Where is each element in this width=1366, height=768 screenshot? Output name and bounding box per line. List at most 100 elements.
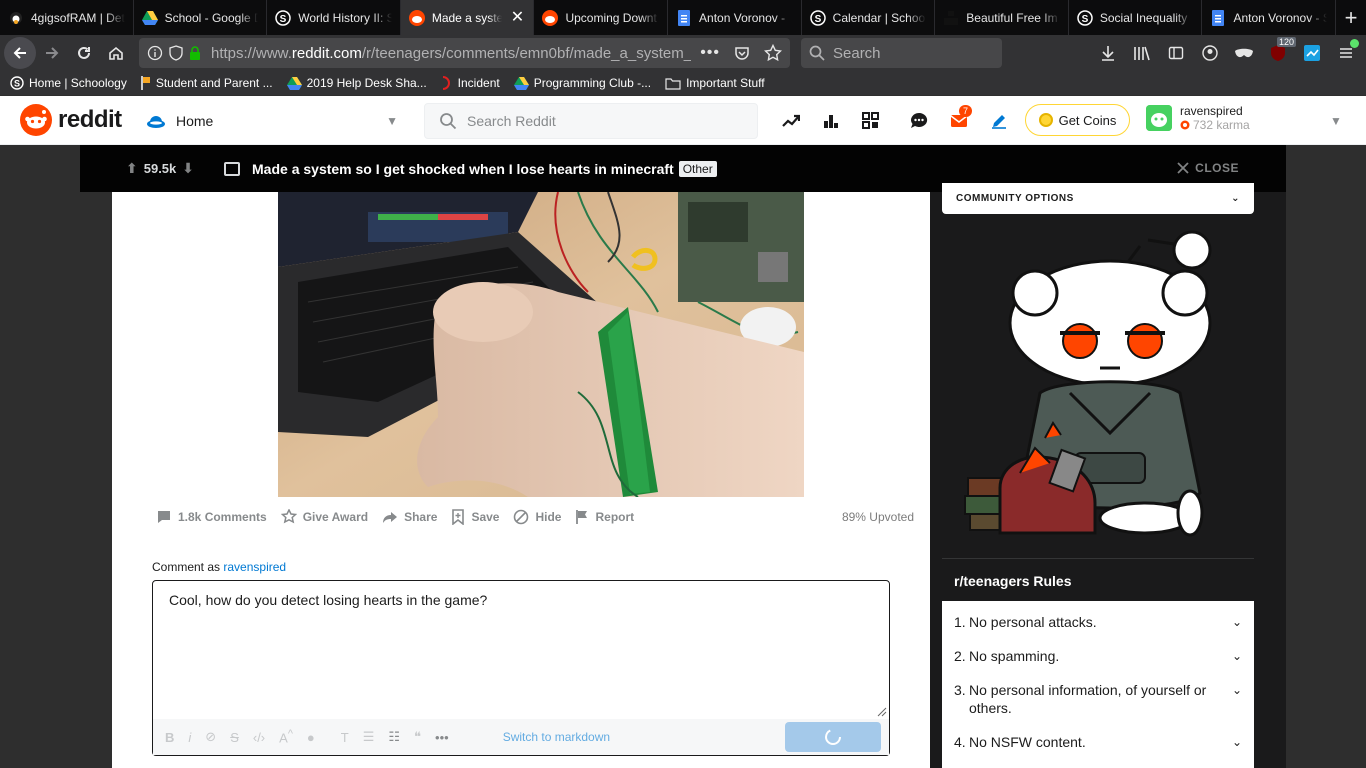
browser-tab[interactable]: 4gigsofRAM | Det (0, 0, 134, 35)
report-button[interactable]: Report (571, 509, 638, 525)
comment-submit-button[interactable] (785, 722, 881, 752)
browser-tab[interactable]: S World History II: S (267, 0, 401, 35)
upvote-ratio: 89% Upvoted (841, 510, 914, 524)
url-bar[interactable]: https://www.reddit.com/r/teenagers/comme… (139, 38, 790, 68)
popular-button[interactable] (776, 107, 806, 135)
reload-button[interactable] (68, 37, 100, 69)
rule-item[interactable]: 3. No personal information, of yourself … (954, 681, 1242, 717)
browser-search-bar[interactable]: Search (801, 38, 1002, 68)
tab-label: School - Google D (164, 10, 259, 25)
bookmark-item[interactable]: Programming Club -... (513, 76, 652, 90)
post-title[interactable]: Made a system so I get shocked when I lo… (252, 161, 674, 177)
messages-button[interactable]: 7 (944, 105, 974, 135)
save-button[interactable]: Save (447, 509, 503, 525)
hide-button[interactable]: Hide (509, 509, 565, 525)
close-button[interactable]: CLOSE (1177, 161, 1239, 175)
browser-tab[interactable]: Upcoming Downt (534, 0, 669, 35)
give-award-label: Give Award (302, 510, 369, 524)
home-button[interactable] (100, 37, 132, 69)
bookmark-item[interactable]: Student and Parent ... (141, 76, 273, 90)
bookmark-item[interactable]: Incident (441, 76, 500, 90)
bulleted-list-icon[interactable]: ☰ (363, 729, 375, 745)
comment-editor[interactable]: Cool, how do you detect losing hearts in… (152, 580, 890, 756)
chevron-down-icon: ⌄ (1231, 683, 1242, 697)
downloads-button[interactable] (1092, 37, 1124, 69)
bookmark-item[interactable]: S Home | Schoology (10, 76, 127, 90)
account-button[interactable] (1194, 37, 1226, 69)
page-actions-icon[interactable]: ••• (700, 44, 720, 62)
italic-icon[interactable]: i (188, 730, 191, 745)
comment-as-label: Comment as ravenspired (152, 560, 286, 574)
upvote-icon[interactable]: ⬆ (126, 160, 138, 177)
browser-tab[interactable]: S Calendar | School (802, 0, 936, 35)
extension-button-2[interactable] (1296, 37, 1328, 69)
share-button[interactable]: Share (378, 509, 441, 525)
rule-item[interactable]: 1. No personal attacks. ⌄ (954, 613, 1242, 631)
new-tab-button[interactable]: + (1336, 0, 1366, 35)
chat-button[interactable] (904, 107, 934, 135)
spoiler-icon[interactable]: ● (307, 730, 315, 745)
numbered-list-icon[interactable]: ☷ (388, 729, 400, 745)
community-options-toggle[interactable]: COMMUNITY OPTIONS ⌄ (942, 183, 1254, 214)
reddit-search-input[interactable]: Search Reddit (424, 103, 758, 139)
get-coins-button[interactable]: Get Coins (1025, 104, 1130, 136)
reddit-premium-button[interactable] (856, 107, 886, 135)
comment-input-text[interactable]: Cool, how do you detect losing hearts in… (169, 592, 487, 608)
report-label: Report (595, 510, 635, 524)
browser-tab[interactable]: Anton Voronov - S (1202, 0, 1337, 35)
schoology-icon: S (10, 76, 24, 90)
forward-button[interactable] (36, 37, 68, 69)
quote-icon[interactable]: ❝ (414, 729, 421, 745)
library-button[interactable] (1126, 37, 1158, 69)
schoology-icon: S (809, 9, 826, 26)
bold-icon[interactable]: B (165, 730, 174, 745)
comments-button[interactable]: 1.8k Comments (152, 509, 271, 525)
star-icon[interactable] (764, 44, 782, 62)
give-award-button[interactable]: Give Award (277, 509, 372, 525)
post-flair[interactable]: Other (678, 160, 717, 177)
rule-item[interactable]: 4. No NSFW content. ⌄ (954, 733, 1242, 751)
browser-tab[interactable]: S Social Inequality (1069, 0, 1203, 35)
sidebar-button[interactable] (1160, 37, 1192, 69)
comments-label: 1.8k Comments (178, 510, 267, 524)
pocket-icon[interactable] (734, 45, 750, 61)
switch-to-markdown-link[interactable]: Switch to markdown (503, 730, 610, 744)
bookmark-folder[interactable]: Important Stuff (665, 76, 765, 90)
back-button[interactable] (4, 37, 36, 69)
rule-item[interactable]: 2. No spamming. ⌄ (954, 647, 1242, 665)
shield-icon[interactable] (169, 45, 183, 61)
pencil-icon (992, 115, 1006, 129)
more-options-icon[interactable]: ••• (435, 730, 449, 745)
browser-tab[interactable]: Beautiful Free Im (935, 0, 1069, 35)
strikethrough-icon[interactable]: S (230, 730, 239, 745)
downvote-icon[interactable]: ⬇ (182, 160, 194, 177)
coin-icon (1038, 113, 1053, 127)
post-image[interactable] (278, 192, 804, 497)
resize-grip-icon[interactable] (877, 707, 887, 717)
code-icon[interactable]: ‹/› (253, 730, 265, 745)
browser-tab-active[interactable]: Made a system ✕ (400, 0, 535, 35)
bookmark-label: Programming Club -... (533, 76, 652, 90)
chevron-down-icon: ▼ (386, 114, 398, 128)
all-button[interactable] (816, 107, 846, 135)
user-menu[interactable]: ravenspired 732 karma (1146, 104, 1250, 132)
heading-icon[interactable]: T (341, 730, 349, 745)
google-drive-icon (141, 10, 158, 26)
home-dropdown[interactable]: Home ▼ (146, 105, 398, 137)
superscript-icon[interactable]: A^ (279, 728, 293, 745)
close-icon[interactable]: ✕ (509, 9, 525, 26)
browser-tab[interactable]: Anton Voronov - (668, 0, 802, 35)
chevron-down-icon[interactable]: ▼ (1330, 114, 1342, 128)
comment-as-user-link[interactable]: ravenspired (223, 560, 286, 574)
link-icon[interactable]: ⊘ (205, 729, 216, 745)
bookmark-item[interactable]: 2019 Help Desk Sha... (286, 76, 427, 90)
menu-button[interactable] (1330, 37, 1362, 69)
extension-button[interactable] (1228, 37, 1260, 69)
info-icon[interactable] (147, 45, 163, 61)
browser-tab[interactable]: School - Google D (134, 0, 268, 35)
url-text[interactable]: https://www.reddit.com/r/teenagers/comme… (211, 45, 691, 62)
reddit-logo[interactable]: reddit (20, 104, 122, 136)
adblock-button[interactable]: 120 (1262, 37, 1296, 69)
create-post-button[interactable] (984, 107, 1014, 135)
account-icon (1202, 45, 1218, 61)
